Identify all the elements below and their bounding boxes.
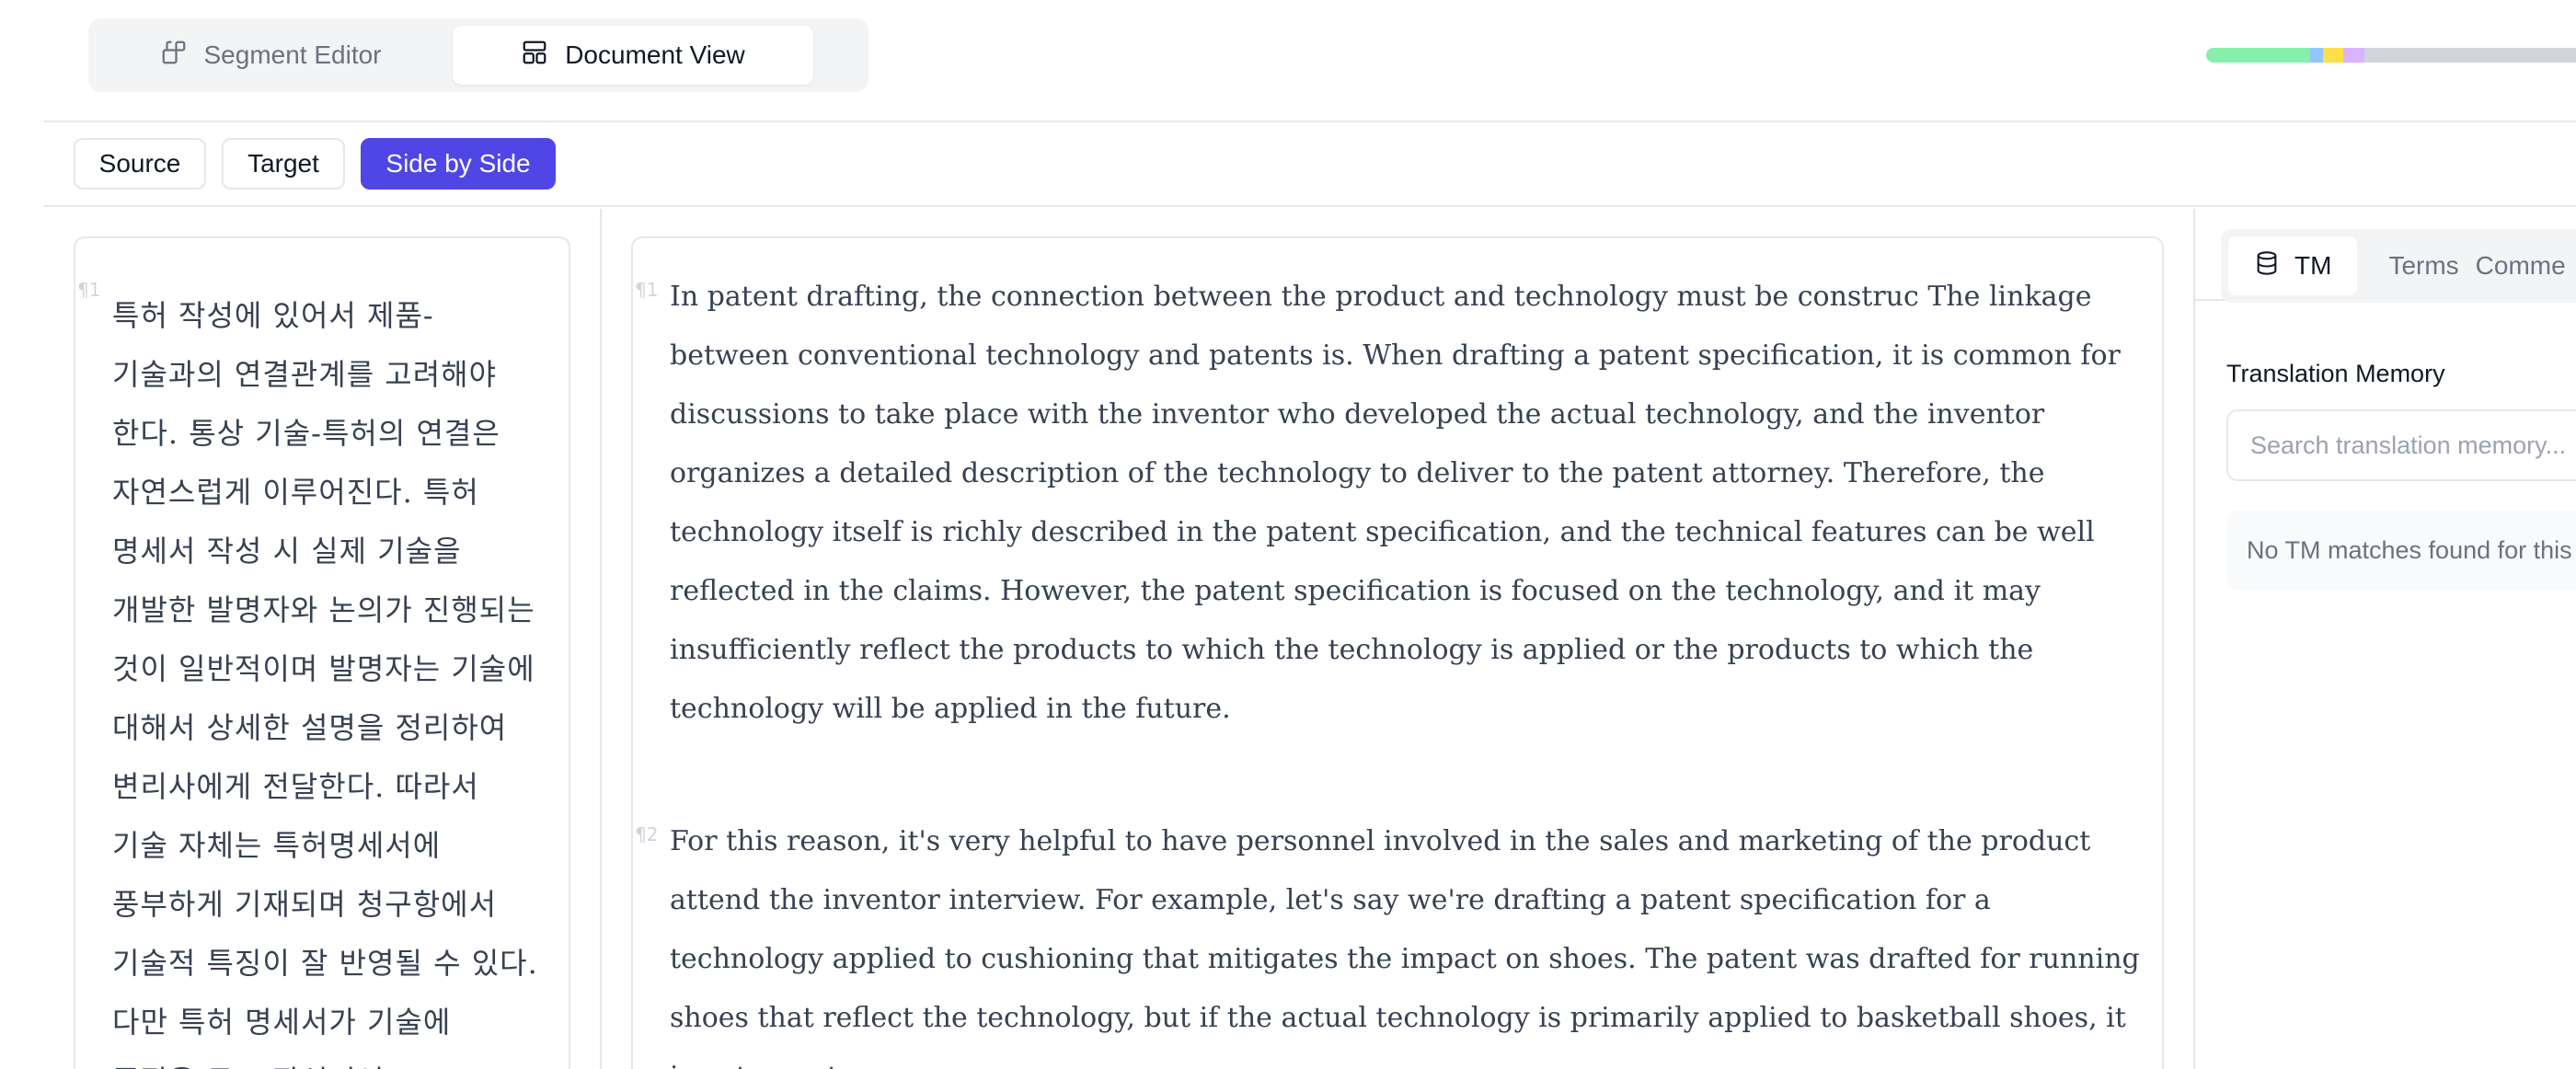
target-paragraph[interactable]: In patent drafting, the connection betwe…: [670, 268, 2142, 739]
pane-divider: [600, 209, 602, 1069]
tab-comments-label: Comme: [2475, 251, 2566, 280]
view-toggle: Segment Editor Document View: [88, 18, 868, 92]
tab-tm[interactable]: TM: [2228, 236, 2358, 295]
progress-bar: [2206, 48, 2576, 63]
translation-editor: Segment Editor Document View Source Targ…: [0, 0, 2576, 1069]
side-by-side-mode-button[interactable]: Side by Side: [361, 138, 556, 190]
progress-segment-confirmed: [2206, 48, 2310, 63]
segment-editor-button[interactable]: Segment Editor: [96, 26, 445, 85]
panel-tab-bar: TM Terms Comme: [2195, 209, 2576, 303]
target-mode-button[interactable]: Target: [222, 138, 345, 190]
tm-empty-message: No TM matches found for this segment: [2247, 535, 2576, 564]
paragraph-marker: ¶1: [77, 279, 101, 301]
tab-terms[interactable]: Terms: [2374, 236, 2473, 295]
tab-terms-label: Terms: [2388, 251, 2459, 280]
segment-editor-icon: [160, 39, 188, 73]
layout-icon: [521, 39, 548, 73]
view-mode-toolbar: Source Target Side by Side: [44, 124, 2576, 207]
tm-search-input[interactable]: [2226, 409, 2576, 481]
database-icon: [2254, 250, 2280, 282]
tab-tm-label: TM: [2294, 251, 2332, 280]
tm-empty-state: No TM matches found for this segment: [2226, 511, 2576, 590]
segment-editor-label: Segment Editor: [203, 40, 382, 69]
source-mode-button[interactable]: Source: [74, 138, 206, 190]
progress-segment-translated: [2310, 48, 2323, 63]
source-document-pane: ¶1 특허 작성에 있어서 제품-기술과의 연결관계를 고려해야 한다. 통상 …: [74, 236, 570, 1069]
translation-memory-title: Translation Memory: [2226, 360, 2445, 387]
target-mode-label: Target: [247, 149, 319, 178]
source-paragraph[interactable]: 특허 작성에 있어서 제품-기술과의 연결관계를 고려해야 한다. 통상 기술-…: [112, 286, 545, 1069]
progress-segment-in-progress: [2322, 48, 2344, 63]
source-mode-label: Source: [98, 149, 181, 178]
tab-comments[interactable]: Comme: [2474, 236, 2576, 295]
paragraph-marker: ¶1: [635, 279, 659, 301]
target-document-pane: ¶1 In patent drafting, the connection be…: [631, 236, 2164, 1069]
document-content: ¶1 특허 작성에 있어서 제품-기술과의 연결관계를 고려해야 한다. 통상 …: [44, 209, 2576, 1069]
progress-segment-reviewed: [2343, 48, 2364, 63]
side-by-side-mode-label: Side by Side: [385, 149, 531, 178]
header-bar: Segment Editor Document View: [44, 0, 2576, 122]
paragraph-marker: ¶2: [635, 823, 659, 845]
panel-tabs: TM Terms Comme: [2221, 229, 2576, 303]
resources-panel: TM Terms Comme Translation Memory No TM …: [2195, 209, 2576, 1069]
document-view-button[interactable]: Document View: [453, 26, 813, 85]
progress-segment-untranslated: [2363, 48, 2576, 63]
target-paragraph[interactable]: For this reason, it's very helpful to ha…: [670, 812, 2142, 1069]
document-view-label: Document View: [565, 40, 745, 69]
